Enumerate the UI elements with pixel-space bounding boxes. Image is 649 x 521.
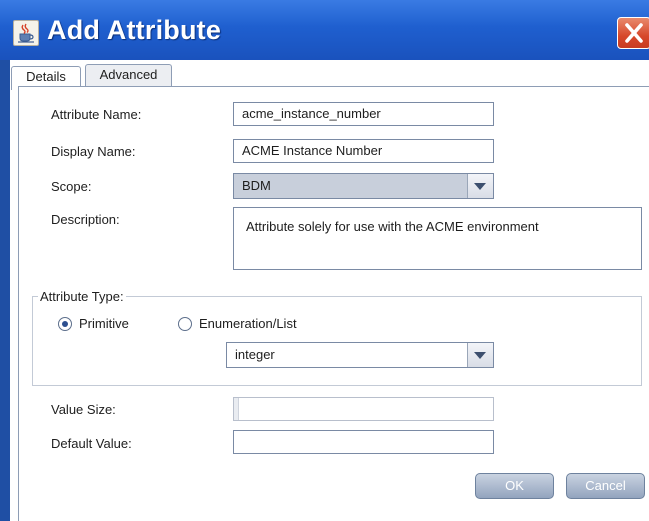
primitive-type-value: integer — [235, 347, 275, 362]
radio-selected-dot — [62, 321, 68, 327]
scope-select[interactable]: BDM — [233, 173, 494, 199]
description-label: Description: — [51, 212, 120, 227]
type-dropdown-button[interactable] — [467, 343, 493, 367]
default-value-label: Default Value: — [51, 436, 132, 451]
description-textarea[interactable]: Attribute solely for use with the ACME e… — [233, 207, 642, 270]
attribute-type-legend: Attribute Type: — [38, 289, 126, 304]
cancel-button[interactable]: Cancel — [566, 473, 645, 499]
window-title: Add Attribute — [47, 15, 222, 45]
attribute-type-group — [32, 296, 642, 386]
java-cup-icon — [13, 20, 39, 46]
attribute-name-label: Attribute Name: — [51, 107, 142, 122]
display-name-label: Display Name: — [51, 144, 136, 159]
attribute-name-input[interactable]: acme_instance_number — [233, 102, 494, 126]
value-size-input[interactable] — [233, 397, 494, 421]
tab-advanced[interactable]: Advanced — [85, 64, 172, 86]
scope-value: BDM — [242, 178, 271, 193]
ok-button[interactable]: OK — [475, 473, 554, 499]
enumeration-list-label[interactable]: Enumeration/List — [199, 316, 297, 331]
chevron-down-icon — [474, 352, 486, 359]
scope-label: Scope: — [51, 179, 92, 194]
primitive-label[interactable]: Primitive — [79, 316, 129, 331]
title-bar[interactable]: Add Attribute — [0, 0, 649, 60]
primitive-radio[interactable] — [58, 317, 72, 331]
default-value-input[interactable] — [233, 430, 494, 454]
add-attribute-dialog: Add Attribute Details Advanced Attribute… — [0, 0, 649, 521]
primitive-type-select[interactable]: integer — [226, 342, 494, 368]
value-size-label: Value Size: — [51, 402, 116, 417]
value-size-spinner-edge — [234, 398, 239, 420]
display-name-input[interactable]: ACME Instance Number — [233, 139, 494, 163]
enumeration-list-radio[interactable] — [178, 317, 192, 331]
chevron-down-icon — [474, 183, 486, 190]
close-icon — [625, 23, 643, 43]
scope-dropdown-button[interactable] — [467, 174, 493, 198]
close-button[interactable] — [617, 17, 649, 49]
